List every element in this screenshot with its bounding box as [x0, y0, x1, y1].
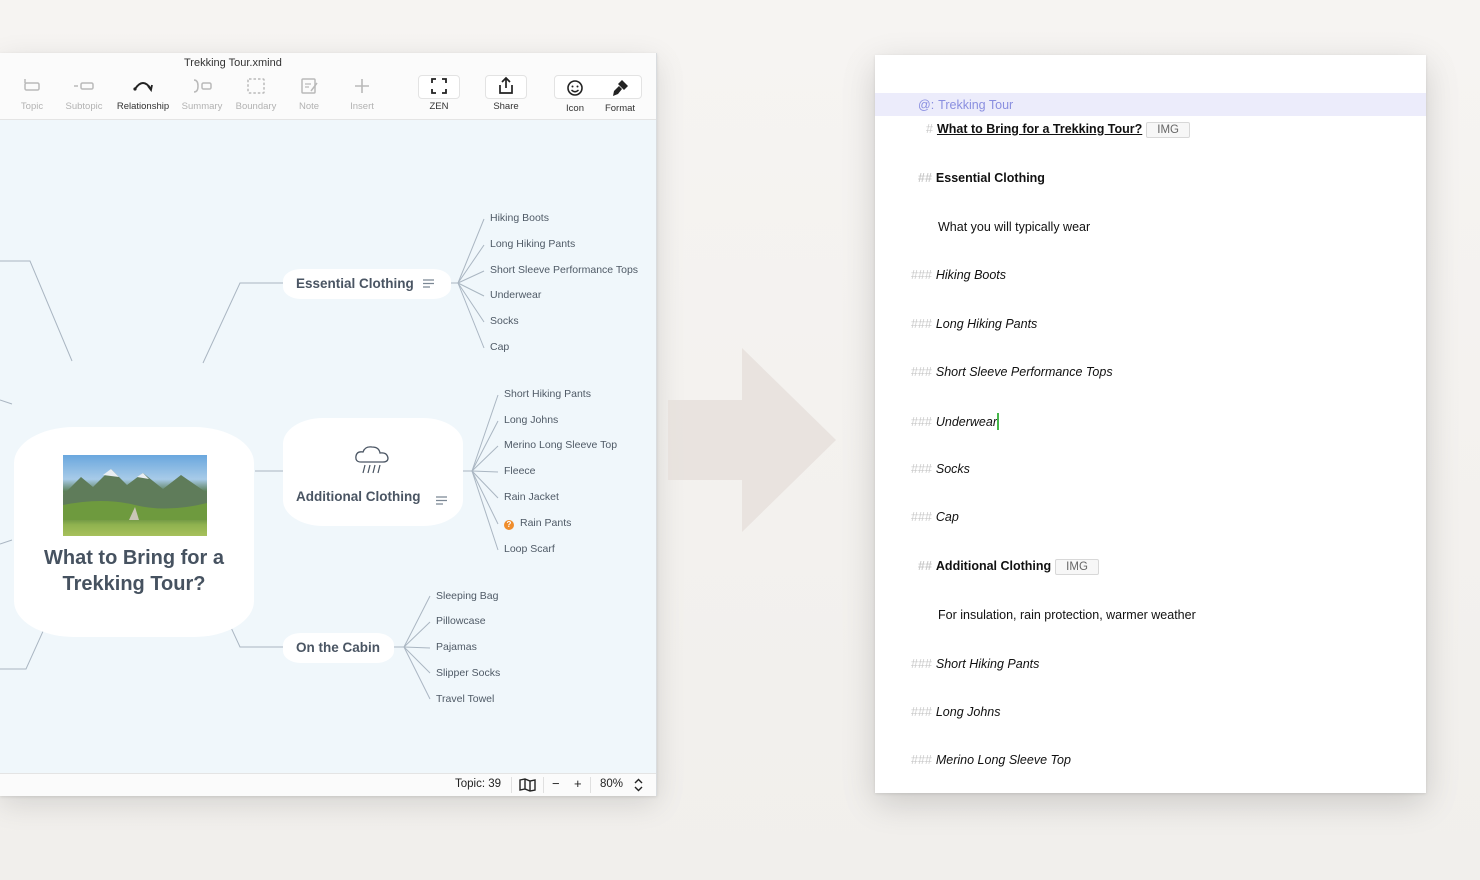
chevron-updown-icon[interactable]: [634, 778, 643, 792]
subtopic-button[interactable]: Subtopic: [54, 75, 114, 112]
topic-icon: [24, 79, 40, 91]
markdown-window: @: Trekking Tour # What to Bring for a Tre…: [875, 55, 1426, 793]
divider: [543, 777, 544, 793]
markdown-h3-line-active[interactable]: ### Underwear: [911, 413, 999, 430]
markdown-h3-line[interactable]: ### Hiking Boots: [911, 268, 1006, 282]
leaf-topic[interactable]: Pillowcase: [436, 615, 486, 627]
leaf-topic[interactable]: Underwear: [490, 289, 541, 301]
img-tag[interactable]: IMG: [1055, 559, 1099, 575]
markdown-h2-line[interactable]: ## Essential Clothing: [918, 171, 1045, 185]
central-topic[interactable]: What to Bring for a Trekking Tour?: [14, 427, 254, 637]
topic-button[interactable]: Topic: [2, 75, 62, 112]
branch-essential-clothing[interactable]: Essential Clothing: [283, 269, 451, 299]
relationship-button[interactable]: Relationship: [113, 75, 173, 112]
insert-button[interactable]: Insert: [332, 75, 392, 112]
menu-lines-icon: [423, 279, 434, 288]
leaf-topic[interactable]: Merino Long Sleeve Top: [504, 439, 617, 451]
relationship-icon: [133, 82, 153, 93]
leaf-topic[interactable]: Long Hiking Pants: [490, 238, 575, 250]
rain-cloud-icon: [355, 446, 389, 474]
summary-icon: [193, 79, 212, 93]
markdown-h2-line[interactable]: ## Additional Clothing IMG: [918, 559, 1099, 575]
markdown-h1-line[interactable]: # What to Bring for a Trekking Tour? IMG: [926, 122, 1191, 138]
branch-label: On the Cabin: [296, 640, 380, 655]
leaf-topic[interactable]: Cap: [490, 341, 509, 353]
zoom-in-button[interactable]: +: [574, 776, 582, 791]
window-title: Trekking Tour.xmind: [184, 57, 282, 69]
leaf-topic[interactable]: Travel Towel: [436, 693, 494, 705]
branch-on-the-cabin[interactable]: On the Cabin: [283, 633, 394, 663]
subtopic-icon: [74, 82, 94, 90]
smiley-icon: [567, 80, 583, 96]
mindmap-window: Trekking Tour.xmind Topic Subtopic Relat…: [0, 53, 657, 796]
leaf-topic[interactable]: Hiking Boots: [490, 212, 549, 224]
boundary-button[interactable]: Boundary: [226, 75, 286, 112]
leaf-topic[interactable]: Rain Jacket: [504, 491, 559, 503]
markdown-h3-line[interactable]: ### Long Hiking Pants: [911, 317, 1037, 331]
markdown-h3-line[interactable]: ### Short Hiking Pants: [911, 657, 1039, 671]
leaf-topic[interactable]: Short Sleeve Performance Tops: [490, 264, 638, 276]
insert-icon: [355, 79, 369, 93]
share-button[interactable]: Share: [476, 75, 536, 112]
zen-icon: [431, 78, 447, 94]
mountain-shapes: [63, 469, 207, 520]
leaf-topic[interactable]: Slipper Socks: [436, 667, 500, 679]
branch-additional-clothing[interactable]: Additional Clothing: [283, 418, 463, 526]
share-icon: [499, 76, 513, 94]
format-button[interactable]: Format: [590, 77, 650, 114]
markdown-note-line[interactable]: For insulation, rain protection, warmer …: [938, 608, 1196, 622]
divider: [511, 777, 512, 793]
central-topic-title: What to Bring for a Trekking Tour?: [44, 547, 224, 595]
leaf-topic[interactable]: Sleeping Bag: [436, 590, 498, 602]
markdown-h3-line[interactable]: ### Short Sleeve Performance Tops: [911, 365, 1113, 379]
markdown-h3-line[interactable]: ### Socks: [911, 462, 970, 476]
zen-button[interactable]: ZEN: [409, 75, 469, 112]
leaf-topic[interactable]: Loop Scarf: [504, 543, 555, 555]
toolbar: Trekking Tour.xmind Topic Subtopic Relat…: [0, 53, 656, 120]
branch-label: Essential Clothing: [296, 276, 414, 291]
markdown-h3-line[interactable]: ### Cap: [911, 510, 959, 524]
divider: [590, 777, 591, 793]
boundary-icon: [247, 78, 265, 94]
topic-count: Topic: 39: [455, 778, 502, 790]
format-brush-icon: [613, 80, 628, 96]
mindmap-canvas[interactable]: What to Bring for a Trekking Tour? Essen…: [0, 120, 656, 773]
markdown-root-line[interactable]: @: Trekking Tour: [918, 98, 1013, 112]
markdown-note-line[interactable]: What you will typically wear: [938, 220, 1090, 234]
leaf-topic[interactable]: Socks: [490, 315, 519, 327]
menu-lines-icon: [436, 496, 447, 505]
text-cursor: [997, 413, 999, 430]
markdown-h3-line[interactable]: ### Merino Long Sleeve Top: [911, 753, 1071, 767]
arrow-right-icon: [668, 348, 836, 532]
branch-label: Additional Clothing: [296, 489, 421, 504]
summary-button[interactable]: Summary: [172, 75, 232, 112]
leaf-topic[interactable]: Pajamas: [436, 641, 477, 653]
img-tag[interactable]: IMG: [1146, 122, 1191, 138]
outline-map-icon[interactable]: [519, 778, 536, 792]
leaf-topic-flagged[interactable]: ? Rain Pants: [504, 517, 571, 530]
leaf-topic[interactable]: Long Johns: [504, 414, 558, 426]
leaf-topic[interactable]: Short Hiking Pants: [504, 388, 591, 400]
mountain-landscape-photo: [63, 455, 207, 536]
zoom-out-button[interactable]: −: [552, 776, 560, 791]
leaf-topic[interactable]: Fleece: [504, 465, 536, 477]
note-button[interactable]: Note: [279, 75, 339, 112]
note-icon: [301, 78, 318, 94]
question-marker-icon: ?: [504, 520, 514, 530]
zoom-level[interactable]: 80%: [600, 778, 623, 790]
markdown-h3-line[interactable]: ### Long Johns: [911, 705, 1001, 719]
status-bar: Topic: 39 − + 80%: [0, 773, 656, 796]
